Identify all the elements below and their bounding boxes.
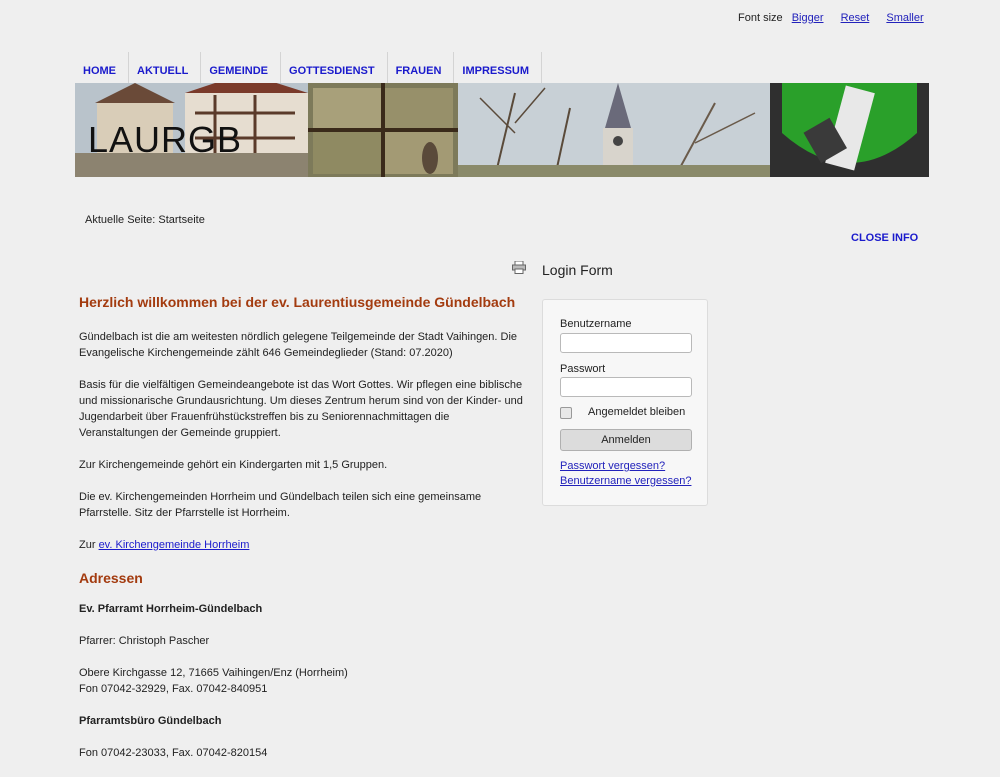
forgot-username-link[interactable]: Benutzername vergessen?: [560, 475, 691, 487]
font-smaller-link[interactable]: Smaller: [886, 12, 923, 24]
username-field[interactable]: [560, 333, 692, 353]
office2-phone: Fon 07042-23033, Fax. 07042-820154: [79, 747, 268, 759]
close-info-link[interactable]: CLOSE INFO: [851, 232, 918, 244]
office-title: Ev. Pfarramt Horrheim-Gündelbach: [79, 603, 263, 615]
password-label: Passwort: [560, 363, 606, 375]
address-line-1: Obere Kirchgasse 12, 71665 Vaihingen/Enz…: [79, 667, 348, 679]
office-address: Obere Kirchgasse 12, 71665 Vaihingen/Enz…: [79, 665, 527, 697]
basis-paragraph: Basis für die vielfältigen Gemeindeangeb…: [79, 379, 523, 439]
font-size-controls: Font size Bigger Reset Smaller: [738, 12, 938, 24]
printer-icon[interactable]: [512, 260, 526, 274]
font-bigger-link[interactable]: Bigger: [792, 12, 824, 24]
nav-item-aktuell[interactable]: AKTUELL: [129, 52, 202, 84]
nav-item-frauen[interactable]: FRAUEN: [388, 52, 455, 84]
remember-checkbox[interactable]: [560, 407, 572, 419]
address-line-2: Fon 07042-32929, Fax. 07042-840951: [79, 683, 268, 695]
horrheim-paragraph: Zur ev. Kirchengemeinde Horrheim: [79, 537, 527, 553]
kindergarten-paragraph: Zur Kirchengemeinde gehört ein Kindergar…: [79, 459, 388, 471]
pfarrstelle-paragraph: Die ev. Kirchengemeinden Horrheim und Gü…: [79, 491, 482, 519]
login-button[interactable]: Anmelden: [560, 429, 692, 451]
intro-paragraph: Gündelbach ist die am weitesten nördlich…: [79, 331, 518, 359]
font-reset-link[interactable]: Reset: [841, 12, 870, 24]
nav-item-impressum[interactable]: IMPRESSUM: [454, 52, 543, 84]
pastor-name: Pfarrer: Christoph Pascher: [79, 635, 210, 647]
nav-item-home[interactable]: HOME: [75, 52, 129, 84]
addresses-heading: Adressen: [79, 570, 143, 586]
remember-label: Angemeldet bleiben: [588, 406, 686, 418]
office2-title: Pfarramtsbüro Gündelbach: [79, 715, 222, 727]
main-content: Herzlich willkommen bei der ev. Laurenti…: [79, 293, 527, 777]
username-label: Benutzername: [560, 318, 632, 330]
breadcrumb: Aktuelle Seite: Startseite: [85, 214, 205, 226]
horrheim-prefix: Zur: [79, 539, 96, 551]
nav-item-gemeinde[interactable]: GEMEINDE: [201, 52, 282, 84]
site-name[interactable]: LAURGB: [88, 122, 242, 158]
main-nav: HOME AKTUELL GEMEINDE GOTTESDIENST FRAUE…: [75, 52, 543, 84]
forgot-password-link[interactable]: Passwort vergessen?: [560, 460, 665, 472]
password-field[interactable]: [560, 377, 692, 397]
horrheim-link[interactable]: ev. Kirchengemeinde Horrheim: [99, 539, 250, 551]
login-form-title: Login Form: [542, 262, 613, 278]
page-title: Herzlich willkommen bei der ev. Laurenti…: [79, 294, 516, 310]
nav-item-gottesdienst[interactable]: GOTTESDIENST: [281, 52, 388, 84]
login-form: Benutzername Passwort Angemeldet bleiben…: [542, 299, 708, 506]
font-size-label: Font size: [738, 12, 783, 24]
